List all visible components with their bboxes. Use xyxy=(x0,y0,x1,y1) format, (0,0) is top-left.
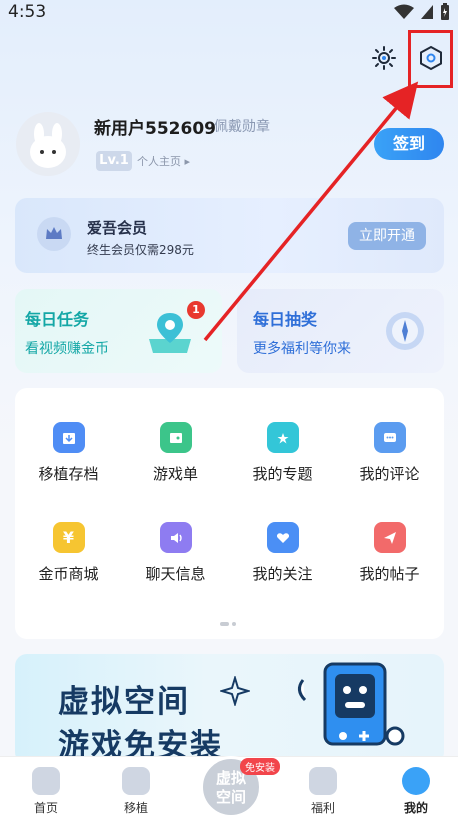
status-bar: 4:53 xyxy=(0,0,458,26)
grid-item-game-list[interactable]: 游戏单 xyxy=(122,388,229,484)
grid-item-chat-messages[interactable]: 聊天信息 xyxy=(122,488,229,584)
tab-label: 福利 xyxy=(310,801,335,815)
home-face-icon xyxy=(32,767,60,795)
vip-subtitle: 终生会员仅需298元 xyxy=(87,243,194,257)
grid-label: 我的专题 xyxy=(252,465,313,483)
daily-task-title: 每日任务 xyxy=(25,310,90,329)
grid-item-my-follows[interactable]: 我的关注 xyxy=(229,488,336,584)
center-label-2: 空间 xyxy=(215,788,246,806)
homepage-link[interactable]: 个人主页 ▸ xyxy=(137,153,190,169)
tab-home[interactable]: 首页 xyxy=(0,757,92,820)
medal-link[interactable]: 佩戴勋章 xyxy=(214,116,270,136)
crown-icon xyxy=(37,217,71,251)
homepage-link-label: 个人主页 xyxy=(137,155,181,168)
grid-item-coin-mall[interactable]: ¥ 金币商城 xyxy=(15,488,122,584)
comment-icon xyxy=(373,422,406,453)
avatar[interactable] xyxy=(16,112,80,176)
speaker-icon xyxy=(159,522,192,553)
grid-label: 移植存档 xyxy=(38,465,99,483)
grid-item-my-posts[interactable]: 我的帖子 xyxy=(336,488,443,584)
vip-title: 爱吾会员 xyxy=(87,219,148,237)
task-badge: 1 xyxy=(187,301,205,319)
gamepad-icon xyxy=(122,767,150,795)
daily-lottery-card[interactable]: 每日抽奖 更多福利等你来 xyxy=(237,289,444,373)
yen-icon: ¥ xyxy=(52,522,85,553)
grid-label: 金币商城 xyxy=(38,565,99,583)
tab-label: 我的 xyxy=(403,801,428,815)
tab-label: 移植 xyxy=(123,801,148,815)
tab-label: 首页 xyxy=(33,801,58,815)
cellular-icon xyxy=(421,5,433,19)
robot-mascot-icon xyxy=(285,660,415,764)
wifi-icon xyxy=(394,4,414,19)
banner-line-1: 虚拟空间 xyxy=(58,684,190,720)
chevron-right-icon: ▸ xyxy=(184,155,191,168)
status-time: 4:53 xyxy=(8,2,47,22)
gift-star-icon xyxy=(309,767,337,795)
tab-mine[interactable]: 我的 xyxy=(370,757,458,820)
theme-toggle-icon[interactable] xyxy=(369,43,399,73)
tab-welfare[interactable]: 福利 xyxy=(277,757,369,820)
heart-icon xyxy=(266,522,299,553)
highlight-box xyxy=(408,30,453,88)
install-free-tag: 免安装 xyxy=(240,758,280,775)
download-box-icon xyxy=(52,422,85,453)
grid-item-my-topics[interactable]: 我的专题 xyxy=(229,388,336,484)
user-icon xyxy=(402,767,430,795)
grid-label: 游戏单 xyxy=(152,465,198,483)
grid-item-my-comments[interactable]: 我的评论 xyxy=(336,388,443,484)
grid-label: 我的帖子 xyxy=(359,565,420,583)
grid-item-transplant-saves[interactable]: 移植存档 xyxy=(15,388,122,484)
compass-icon xyxy=(383,309,427,357)
checkin-button[interactable]: 签到 xyxy=(374,128,444,160)
daily-task-subtitle: 看视频赚金币 xyxy=(25,341,109,357)
level-badge: Lv.1 xyxy=(96,151,132,171)
star-bag-icon xyxy=(266,422,299,453)
daily-lottery-subtitle: 更多福利等你来 xyxy=(253,341,351,357)
status-icons xyxy=(394,3,450,21)
feature-grid: 移植存档 游戏单 我的专题 我的评论 ¥ 金币商城 聊天信息 我的关注 我的帖子 xyxy=(15,388,444,639)
daily-lottery-title: 每日抽奖 xyxy=(253,310,318,329)
sparkle-icon xyxy=(218,674,252,710)
vip-card[interactable]: 爱吾会员 终生会员仅需298元 立即开通 xyxy=(15,198,444,273)
battery-icon xyxy=(441,3,449,20)
map-pin-icon xyxy=(145,309,195,359)
grid-label: 聊天信息 xyxy=(145,565,206,583)
username: 新用户552609 xyxy=(94,119,216,139)
virtual-space-banner[interactable]: 虚拟空间 游戏免安装 xyxy=(15,654,444,764)
tab-transplant[interactable]: 移植 xyxy=(90,757,182,820)
page-indicator xyxy=(220,622,236,626)
grid-label: 我的关注 xyxy=(252,565,313,583)
grid-label: 我的评论 xyxy=(359,465,420,483)
folder-game-icon xyxy=(159,422,192,453)
vip-open-button[interactable]: 立即开通 xyxy=(348,222,426,250)
paper-plane-icon xyxy=(373,522,406,553)
